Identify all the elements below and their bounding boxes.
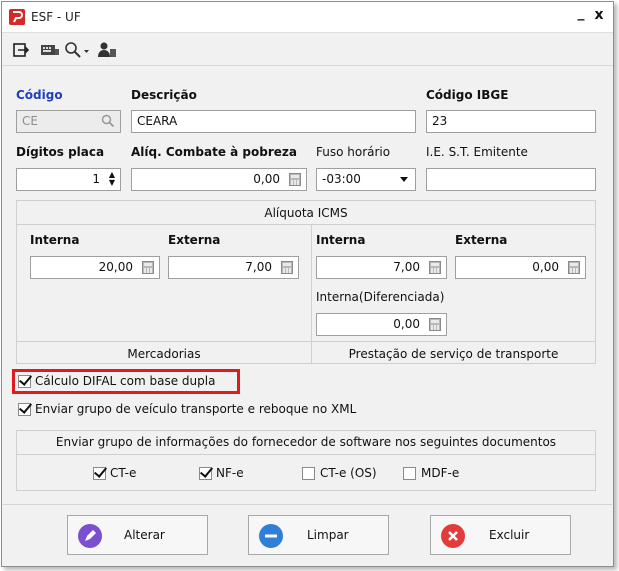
transporte-interna-input[interactable]: 7,00 <box>316 256 447 279</box>
mercadorias-interna-input[interactable]: 20,00 <box>30 256 160 279</box>
fuso-horario-label: Fuso horário <box>316 145 391 159</box>
mdfe-checkbox[interactable] <box>403 467 416 480</box>
interna-diferenciada-value: 0,00 <box>393 317 420 331</box>
minus-icon <box>259 524 283 548</box>
ie-st-input[interactable] <box>426 168 596 191</box>
mercadorias-externa-label: Externa <box>168 233 221 247</box>
window-title: ESF - UF <box>31 10 81 24</box>
chevron-down-icon[interactable] <box>400 177 408 182</box>
difal-label: Cálculo DIFAL com base dupla <box>35 374 216 388</box>
search-icon[interactable] <box>100 113 116 136</box>
aliq-pobreza-label: Alíq. Combate à pobreza <box>131 145 297 159</box>
ie-st-label: I.E. S.T. Emitente <box>426 145 528 159</box>
users-icon[interactable] <box>97 41 117 59</box>
calculator-icon[interactable] <box>142 261 154 274</box>
aliq-pobreza-input[interactable]: 0,00 <box>131 168 307 191</box>
software-docs-title: Enviar grupo de informações do fornecedo… <box>55 435 557 449</box>
limpar-button[interactable]: Limpar <box>248 515 389 555</box>
divider <box>3 504 612 505</box>
descricao-input[interactable]: CEARA <box>131 110 416 133</box>
app-logo-icon <box>9 9 25 25</box>
calculator-icon[interactable] <box>289 173 301 186</box>
calculator-icon[interactable] <box>281 261 293 274</box>
transporte-interna-label: Interna <box>316 233 366 247</box>
excluir-label: Excluir <box>489 528 530 542</box>
divider <box>17 224 595 225</box>
digitos-placa-label: Dígitos placa <box>16 145 105 159</box>
toolbar <box>2 34 613 66</box>
cte-label: CT-e <box>110 466 137 480</box>
nfe-label: NF-e <box>216 466 244 480</box>
cte-os-checkbox[interactable] <box>302 467 315 480</box>
interna-diferenciada-label: Interna(Diferenciada) <box>316 290 445 304</box>
mercadorias-caption: Mercadorias <box>127 347 201 361</box>
codigo-value: CE <box>22 114 38 128</box>
codigo-label: Código <box>16 88 63 102</box>
fuso-horario-select[interactable]: -03:00 <box>316 168 416 191</box>
alterar-button[interactable]: Alterar <box>67 515 208 555</box>
descricao-label: Descrição <box>131 88 197 102</box>
limpar-label: Limpar <box>307 528 349 542</box>
mercadorias-externa-value: 7,00 <box>245 260 272 274</box>
fuso-horario-value: -03:00 <box>322 172 361 186</box>
veiculo-label: Enviar grupo de veículo transporte e reb… <box>35 402 357 416</box>
transporte-externa-value: 0,00 <box>532 260 559 274</box>
alterar-label: Alterar <box>124 528 165 542</box>
transporte-externa-label: Externa <box>455 233 508 247</box>
interna-diferenciada-input[interactable]: 0,00 <box>316 313 447 336</box>
digitos-placa-value: 1 <box>92 172 100 186</box>
cte-checkbox[interactable] <box>93 467 106 480</box>
calculator-icon[interactable] <box>429 318 441 331</box>
calculator-icon[interactable] <box>429 261 441 274</box>
window: ESF - UF _ x Código Descrição Código IBG… <box>1 1 614 567</box>
codigo-field[interactable]: CE <box>16 110 121 133</box>
excluir-button[interactable]: Excluir <box>430 515 571 555</box>
close-x-icon <box>441 524 465 548</box>
keyboard-card-icon[interactable] <box>40 41 60 59</box>
divider <box>17 454 595 455</box>
export-icon[interactable] <box>12 41 30 59</box>
mercadorias-externa-input[interactable]: 7,00 <box>168 256 299 279</box>
codigo-ibge-label: Código IBGE <box>426 88 509 102</box>
transporte-caption: Prestação de serviço de transporte <box>348 347 559 361</box>
minimize-button[interactable]: _ <box>572 5 590 25</box>
mercadorias-interna-value: 20,00 <box>98 260 133 274</box>
search-dropdown-icon[interactable] <box>64 41 90 59</box>
icms-title: Alíquota ICMS <box>264 206 348 220</box>
divider <box>17 341 595 342</box>
divider <box>311 224 312 363</box>
close-button[interactable]: x <box>591 7 607 25</box>
calculator-icon[interactable] <box>568 261 580 274</box>
aliq-pobreza-value: 0,00 <box>253 172 280 186</box>
codigo-ibge-input[interactable]: 23 <box>426 110 596 133</box>
difal-checkbox[interactable] <box>18 375 31 388</box>
spinner-arrows-icon[interactable]: ▲ ▼ <box>107 171 117 188</box>
cte-os-label: CT-e (OS) <box>320 466 377 480</box>
transporte-interna-value: 7,00 <box>393 260 420 274</box>
nfe-checkbox[interactable] <box>199 467 212 480</box>
veiculo-checkbox[interactable] <box>18 403 31 416</box>
digitos-placa-stepper[interactable]: 1 ▲ ▼ <box>16 168 121 191</box>
pencil-icon <box>78 524 102 548</box>
mdfe-label: MDF-e <box>421 466 460 480</box>
mercadorias-interna-label: Interna <box>30 233 80 247</box>
transporte-externa-input[interactable]: 0,00 <box>455 256 586 279</box>
title-bar: ESF - UF _ x <box>2 2 613 33</box>
